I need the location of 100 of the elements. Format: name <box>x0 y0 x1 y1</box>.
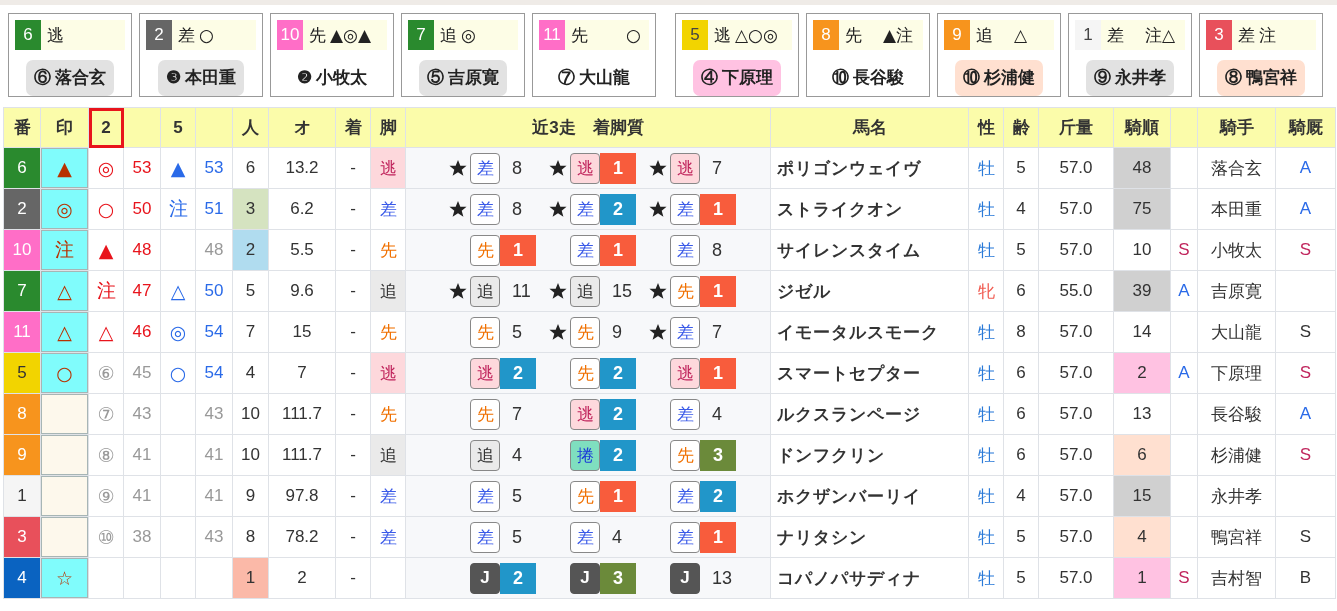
sex-cell: 牡 <box>968 393 1004 435</box>
horse-name-cell: ポリゴンウェイヴ <box>770 147 969 189</box>
column-header[interactable]: 斤量 <box>1038 107 1114 148</box>
frame-number-cell: 4 <box>3 557 41 599</box>
frame-number: 8 <box>813 20 839 50</box>
pick-marks: 注△ <box>1144 23 1176 47</box>
jockey-cell: 鴨宮祥 <box>1197 516 1276 558</box>
stable-grade-cell: S <box>1275 516 1336 558</box>
weight-cell: 57.0 <box>1038 352 1114 394</box>
age-cell: 8 <box>1003 311 1039 353</box>
score-cell: 38 <box>123 516 161 558</box>
finish-cell: - <box>335 352 371 394</box>
frame-number-cell: 5 <box>3 352 41 394</box>
column-header[interactable]: 騎手 <box>1197 107 1276 148</box>
place-text: 15 <box>611 280 634 302</box>
frame-number-cell: 8 <box>3 393 41 435</box>
horse-name-cell: ドンフクリン <box>770 434 969 476</box>
place-text: 8 <box>511 198 523 220</box>
prediction-mark-cell <box>40 475 89 517</box>
style-tag: 先 <box>470 398 500 430</box>
weight-cell: 57.0 <box>1038 475 1114 517</box>
column-header[interactable]: 着 <box>335 107 371 148</box>
pick-marks: ▲◎▲ <box>330 25 371 45</box>
place-text: 4 <box>511 444 523 466</box>
odds-cell: 111.7 <box>268 393 336 435</box>
jockey-cell: 本田重 <box>1197 188 1276 230</box>
column-header[interactable]: 印 <box>40 107 89 148</box>
odds-cell: 9.6 <box>268 270 336 312</box>
running-style: 差 <box>178 24 195 47</box>
age-cell: 6 <box>1003 434 1039 476</box>
column-header[interactable]: 騎順 <box>1113 107 1171 148</box>
weight-cell: 57.0 <box>1038 147 1114 189</box>
stable-grade-cell: S <box>1275 352 1336 394</box>
jockey-cell: 杉浦健 <box>1197 434 1276 476</box>
finish-cell: - <box>335 188 371 230</box>
column-header[interactable]: 脚 <box>370 107 406 148</box>
grade-cell: S <box>1170 229 1198 271</box>
sex-cell: 牡 <box>968 434 1004 476</box>
odds-cell: 2 <box>268 557 336 599</box>
column-header[interactable]: 性 <box>968 107 1004 148</box>
odds-cell: 13.2 <box>268 147 336 189</box>
mark-cell: ⑦ <box>88 393 124 435</box>
place-badge: 2 <box>600 439 636 471</box>
sex-cell: 牡 <box>968 516 1004 558</box>
jockey-rank-cell: 2 <box>1113 352 1171 394</box>
frame-number-cell: 3 <box>3 516 41 558</box>
style-tag: 追 <box>470 439 500 471</box>
place-badge: 3 <box>700 439 736 471</box>
jockey-label: ⑥ 落合玄 <box>25 60 115 96</box>
running-style-cell: 差 <box>370 516 406 558</box>
stable-grade-cell: S <box>1275 434 1336 476</box>
running-style: 差 <box>1238 24 1255 47</box>
frame-number: 5 <box>682 20 708 50</box>
prediction-mark-cell: △ <box>40 270 89 312</box>
frame-number: 7 <box>408 20 434 50</box>
running-style-cell: 差 <box>370 475 406 517</box>
odds-cell: 6.2 <box>268 188 336 230</box>
jockey-label: ⑦ 大山龍 <box>556 67 632 89</box>
mark-cell: ⑧ <box>88 434 124 476</box>
frame-number-cell: 11 <box>3 311 41 353</box>
finish-cell: - <box>335 270 371 312</box>
score-cell: 50 <box>123 188 161 230</box>
style-tag: 差 <box>470 193 500 225</box>
frame-number: 10 <box>277 20 303 50</box>
column-header[interactable]: 馬名 <box>770 107 969 148</box>
style-tag: 先 <box>470 316 500 348</box>
grade-cell: S <box>1170 557 1198 599</box>
style-tag: 捲 <box>570 439 600 471</box>
prediction-mark-cell: △ <box>40 311 89 353</box>
sex-cell: 牡 <box>968 188 1004 230</box>
frame-number-cell: 2 <box>3 188 41 230</box>
column-header[interactable]: 騎厩 <box>1275 107 1336 148</box>
weight-cell: 57.0 <box>1038 557 1114 599</box>
horse-name-cell: ルクスランページ <box>770 393 969 435</box>
prediction-mark-cell: ☆ <box>40 557 89 599</box>
prediction-mark-cell: ▲ <box>40 147 89 189</box>
frame-number-cell: 9 <box>3 434 41 476</box>
grade-cell: A <box>1170 270 1198 312</box>
jockey-cell: 吉原寛 <box>1197 270 1276 312</box>
jockey-cell: 永井孝 <box>1197 475 1276 517</box>
column-header[interactable]: オ <box>268 107 336 148</box>
place-text: 7 <box>711 157 723 179</box>
column-header[interactable]: 番 <box>3 107 41 148</box>
column-header[interactable]: 人 <box>232 107 269 148</box>
popularity-cell: 10 <box>232 393 269 435</box>
odds-cell: 5.5 <box>268 229 336 271</box>
style-tag: 差 <box>470 480 500 512</box>
jockey-rank-cell: 15 <box>1113 475 1171 517</box>
style-tag: 差 <box>670 398 700 430</box>
odds-cell: 7 <box>268 352 336 394</box>
prediction-mark-cell <box>40 393 89 435</box>
weight-cell: 57.0 <box>1038 188 1114 230</box>
score-cell: 45 <box>123 352 161 394</box>
horse-name-cell: コパノパサディナ <box>770 557 969 599</box>
column-header[interactable]: 近3走 着脚質 <box>405 107 771 148</box>
column-header[interactable]: 2 <box>88 107 124 148</box>
column-header[interactable]: 5 <box>160 107 196 148</box>
jockey-cell: 下原理 <box>1197 352 1276 394</box>
place-text: 11 <box>511 280 532 302</box>
column-header[interactable]: 齢 <box>1003 107 1039 148</box>
